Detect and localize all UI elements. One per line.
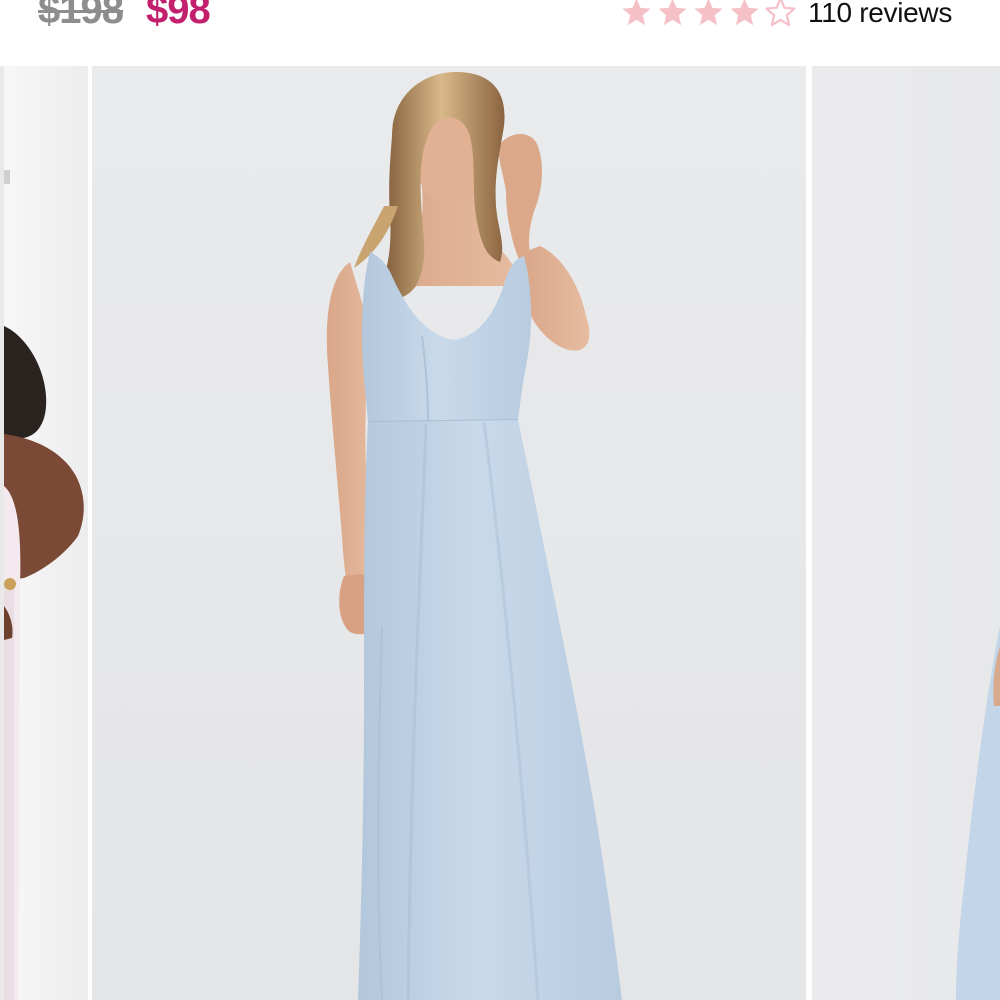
star-icon xyxy=(694,0,723,26)
model-image-right xyxy=(956,626,1000,1000)
star-outline-icon xyxy=(765,0,796,27)
main-product-image[interactable] xyxy=(92,66,806,1000)
next-product-image[interactable] xyxy=(812,66,1000,1000)
star-icon xyxy=(730,0,759,26)
model-image-left xyxy=(4,170,84,1000)
reviews-link[interactable]: 110 reviews xyxy=(808,0,952,29)
rating-stars[interactable] xyxy=(620,0,797,36)
product-image-carousel[interactable] xyxy=(0,66,1000,1000)
model-image-main xyxy=(326,72,622,1000)
product-header: $198 $98 110 reviews xyxy=(0,0,1000,62)
star-icon xyxy=(658,0,687,26)
original-price: $198 xyxy=(38,0,124,32)
previous-product-image[interactable] xyxy=(0,66,88,1000)
star-icon xyxy=(622,0,651,26)
sale-price: $98 xyxy=(146,0,211,32)
